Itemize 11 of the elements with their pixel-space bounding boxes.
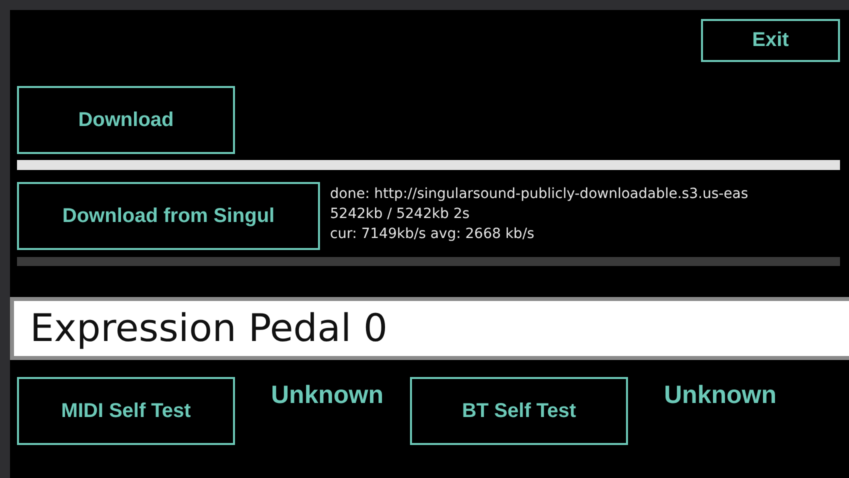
- transfer-info-text: 5242kb / 5242kb 2s: [330, 205, 471, 224]
- download-from-singular-button[interactable]: Download from Singul: [17, 182, 320, 250]
- pedal-status-display: Expression Pedal 0: [10, 297, 849, 360]
- self-test-status: Unknown: [271, 381, 384, 410]
- exit-button[interactable]: Exit: [701, 19, 840, 62]
- transfer-info-text: cur: 7149kb/s avg: 2668 kb/s: [330, 225, 536, 244]
- self-test-button[interactable]: BT Self Test: [410, 377, 628, 445]
- self-test-button[interactable]: MIDI Self Test: [17, 377, 235, 445]
- transfer-info-text: done: http://singularsound-publicly-downloadable.s3.us-eas: [330, 185, 748, 204]
- download-button[interactable]: Download: [17, 86, 235, 154]
- self-test-status: Unknown: [664, 381, 776, 410]
